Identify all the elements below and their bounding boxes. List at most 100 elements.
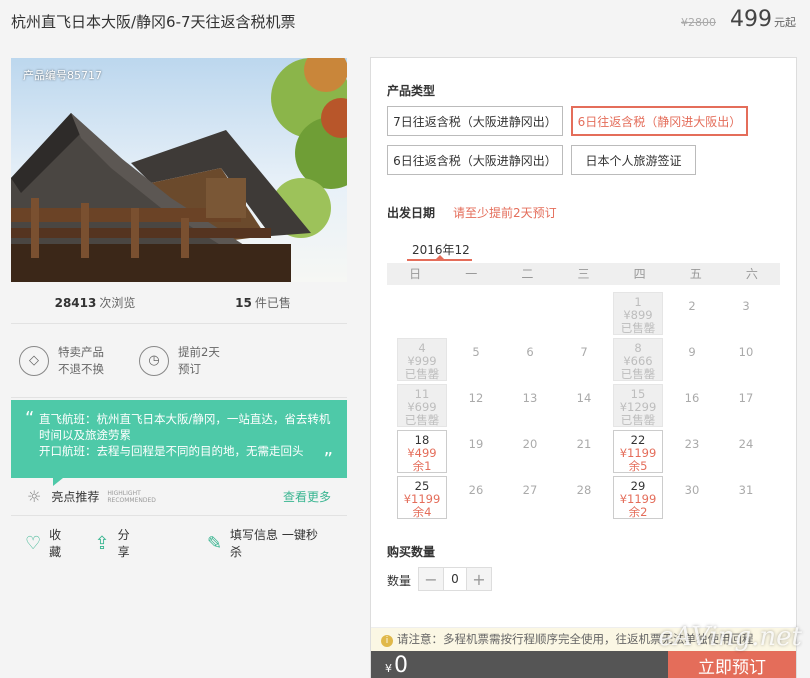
edit-icon: ✎ [206,532,223,554]
highlight-section-header: ☼ 亮点推荐 HIGHLIGHT RECOMMENDED 查看更多 [11,478,347,516]
day-number: 26 [468,483,484,497]
weekday-sun: 日 [409,267,422,281]
share-button[interactable]: ⇪ 分享 [94,526,138,560]
day-stock: 余5 [628,459,648,473]
day-number: 21 [576,437,592,451]
day-number: 19 [468,437,484,451]
day-number: 30 [684,483,700,497]
calendar-day-3: 3 [721,292,771,335]
highlight-label-en: HIGHLIGHT RECOMMENDED [107,489,156,504]
highlight-line: 开口航班：去程与回程是不同的目的地，无需走回头 [39,444,304,458]
calendar-day-23: 23 [667,430,717,473]
action-bar: ♡ 收藏 ⇪ 分享 ✎ 填写信息 一键秒杀 [11,516,347,570]
weekday-fri: 五 [689,267,702,281]
book-now-button[interactable]: 立即预订 [668,651,796,678]
calendar-day-8: 8 ¥666 已售罄 [613,338,663,381]
see-more-link[interactable]: 查看更多 [283,488,331,505]
calendar-weekday-header: 日 一 二 三 四 五 六 [387,263,780,285]
calendar-day-22[interactable]: 22 ¥1199 余5 [613,430,663,473]
calendar-day-25[interactable]: 25 ¥1199 余4 [397,476,447,519]
day-number: 27 [522,483,538,497]
day-number: 16 [684,391,700,405]
product-type-title: 产品类型 [387,84,436,98]
fill-info-button[interactable]: ✎ 填写信息 一键秒杀 [207,526,323,560]
calendar-day-30: 30 [667,476,717,519]
calendar-day-29[interactable]: 29 ¥1199 余2 [613,476,663,519]
day-number: 10 [738,345,754,359]
day-number: 23 [684,437,700,451]
day-stock: 已售罄 [404,413,440,427]
day-number: 31 [738,483,754,497]
calendar-day-21: 21 [559,430,609,473]
option-6day-shizuoka-in[interactable]: 6日往返含税（静冈进大阪出） [571,106,748,136]
quantity-label: 数量 [387,574,412,588]
favorite-button[interactable]: ♡ 收藏 [25,526,70,560]
total-price: ¥0 [385,653,408,678]
day-stock: 余1 [412,459,432,473]
calendar-day-6: 6 [505,338,555,381]
calendar-day-1: 1 ¥899 已售罄 [613,292,663,335]
calendar-day-31: 31 [721,476,771,519]
watermark: eAVing.net [658,622,802,652]
quantity-stepper: − 0 + [418,567,492,591]
day-number: 13 [522,391,538,405]
original-price: ¥2800 [681,16,716,29]
highlight-box: “ 直飞航班：杭州直飞日本大阪/静冈，一站直达，省去转机 时间以及旅途劳累 开口… [11,400,347,486]
product-info-column: 产品编号85717 28413 次浏览 15 件已售 ◇ 特卖产品 不退不换 ◷ 提前… [11,58,347,570]
calendar-day-20: 20 [505,430,555,473]
calendar-day-4: 4 ¥999 已售罄 [397,338,447,381]
product-stats: 28413 次浏览 15 件已售 [11,282,347,324]
calendar-day-15: 15 ¥1299 已售罄 [613,384,663,427]
day-stock: 已售罄 [620,321,656,335]
calendar-day-2: 2 [667,292,717,335]
day-number: 2 [688,299,696,313]
minus-button[interactable]: − [419,568,443,590]
price-box: ¥2800 499 元起 [681,7,796,32]
day-number: 28 [576,483,592,497]
departure-date-title: 出发日期 [387,206,436,220]
day-stock: 余4 [412,505,432,519]
day-number: 7 [580,345,588,359]
weekday-mon: 一 [465,267,478,281]
price-unit: 元起 [774,16,796,29]
tag-icon: ◇ [19,345,49,376]
option-6day-osaka-in[interactable]: 6日往返含税（大阪进静冈出） [387,145,563,175]
day-number: 5 [472,345,480,359]
calendar-day-9: 9 [667,338,717,381]
calendar-day-16: 16 [667,384,717,427]
calendar-day-11: 11 ¥699 已售罄 [397,384,447,427]
close-quote-icon: ” [323,449,333,470]
day-stock: 已售罄 [620,367,656,381]
feature-special-sale: ◇ 特卖产品 不退不换 [19,344,131,378]
weekday-wed: 三 [577,267,590,281]
calendar-day-14: 14 [559,384,609,427]
day-number: 24 [738,437,754,451]
highlight-line: 直飞航班：杭州直飞日本大阪/静冈，一站直达，省去转机 [39,412,331,426]
highlight-label: 亮点推荐 [51,490,100,504]
plus-button[interactable]: + [467,568,491,590]
product-code: 产品编号85717 [23,69,102,82]
quantity-input[interactable]: 0 [443,568,467,590]
day-number: 14 [576,391,592,405]
day-number: 6 [526,345,534,359]
calendar-day-24: 24 [721,430,771,473]
weekday-sat: 六 [745,267,758,281]
day-stock: 余2 [628,505,648,519]
calendar-day-26: 26 [451,476,501,519]
quantity-title: 购买数量 [387,545,436,559]
option-visa[interactable]: 日本个人旅游签证 [571,145,696,175]
calendar-day-18[interactable]: 18 ¥499 余1 [397,430,447,473]
month-underline [407,259,472,261]
page-title: 杭州直飞日本大阪/静冈6-7天往返含税机票 [11,13,296,31]
checkout-bar: ¥0 立即预订 [371,651,796,678]
product-photo[interactable]: 产品编号85717 [11,58,347,282]
calendar-day-19: 19 [451,430,501,473]
calendar-day-28: 28 [559,476,609,519]
option-7day-osaka-in[interactable]: 7日往返含税（大阪进静冈出） [387,106,563,136]
calendar-day-27: 27 [505,476,555,519]
temple-roof-illustration [11,58,347,282]
highlight-line: 时间以及旅途劳累 [39,428,131,442]
sun-icon: ☼ [27,487,42,506]
booking-panel: 产品类型 7日往返含税（大阪进静冈出） 6日往返含税（静冈进大阪出） 6日往返含… [370,57,797,678]
sold-stat: 15 件已售 [235,296,291,310]
